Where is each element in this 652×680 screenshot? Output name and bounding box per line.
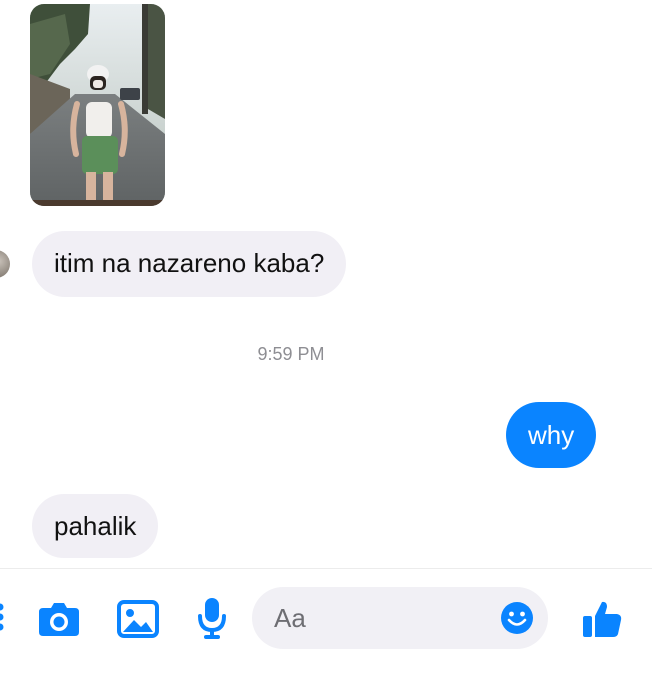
more-icon — [0, 603, 4, 631]
messenger-chat-screen: itim na nazareno kaba? 9:59 PM why pahal… — [0, 0, 652, 680]
message-text: pahalik — [54, 511, 137, 541]
message-composer: Aa — [0, 568, 652, 680]
emoji-icon[interactable] — [500, 601, 534, 635]
message-timestamp: 9:59 PM — [257, 344, 325, 364]
more-actions-button[interactable] — [0, 593, 10, 637]
microphone-icon — [198, 598, 226, 639]
gallery-icon — [117, 600, 159, 638]
incoming-message-bubble[interactable]: itim na nazareno kaba? — [32, 231, 347, 297]
message-input-placeholder: Aa — [274, 603, 306, 633]
message-input[interactable]: Aa — [252, 587, 548, 649]
message-text: why — [528, 420, 575, 450]
microphone-button[interactable] — [196, 595, 228, 641]
photo-attachment-icon — [30, 4, 165, 206]
thumbs-up-icon — [583, 601, 622, 637]
camera-button[interactable] — [38, 599, 80, 639]
photo-message[interactable] — [30, 4, 165, 206]
gallery-button[interactable] — [116, 599, 160, 639]
thumbs-up-button[interactable] — [580, 597, 624, 641]
camera-icon — [39, 603, 79, 636]
contact-avatar[interactable] — [0, 250, 10, 278]
incoming-message-bubble[interactable]: pahalik — [32, 494, 159, 558]
outgoing-message-bubble[interactable]: why — [506, 402, 597, 468]
message-text: itim na nazareno kaba? — [54, 248, 325, 278]
